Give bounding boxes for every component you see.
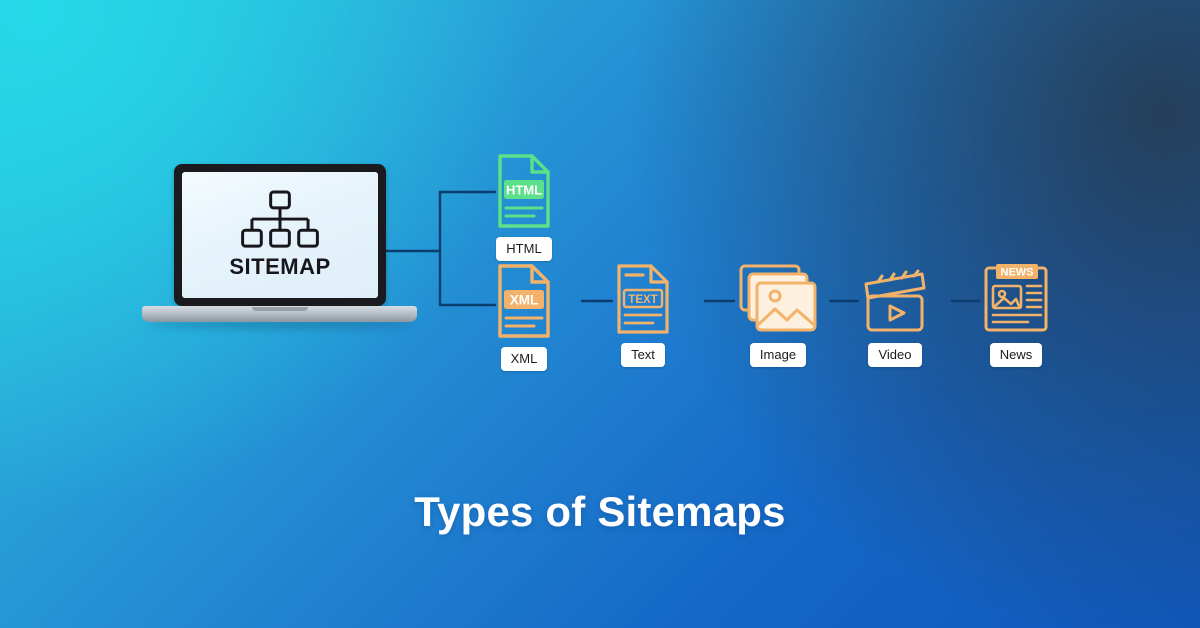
node-xml[interactable]: XML XML <box>492 262 556 371</box>
file-html-icon: HTML <box>498 154 550 228</box>
file-text-icon: TEXT <box>617 264 669 334</box>
hierarchy-tree-icon <box>241 190 319 248</box>
node-label-html: HTML <box>496 237 552 261</box>
file-badge-text: TEXT <box>628 294 657 306</box>
clapperboard-play-icon <box>864 269 926 332</box>
file-badge-html: HTML <box>506 183 542 198</box>
node-video[interactable]: Video <box>860 262 930 367</box>
node-news[interactable]: NEWS News <box>980 262 1052 367</box>
node-label-news: News <box>989 343 1043 367</box>
file-badge-xml: XML <box>510 293 539 308</box>
node-image[interactable]: Image <box>735 262 821 367</box>
laptop-base <box>142 306 417 322</box>
node-label-video: Video <box>868 343 922 367</box>
laptop-screen: SITEMAP <box>182 172 378 298</box>
laptop-screen-label: SITEMAP <box>229 254 331 279</box>
diagram-canvas: SITEMAP HTML HTML XML XML TEXT Text Imag… <box>0 0 1200 628</box>
file-badge-news: NEWS <box>1001 267 1034 279</box>
file-xml-icon: XML <box>498 264 550 338</box>
laptop-illustration: SITEMAP <box>142 164 417 339</box>
node-label-text: Text <box>621 343 665 367</box>
node-label-xml: XML <box>500 347 548 371</box>
laptop-lid: SITEMAP <box>174 164 386 306</box>
newspaper-icon: NEWS <box>984 264 1048 332</box>
node-text[interactable]: TEXT Text <box>613 262 673 367</box>
node-label-image: Image <box>749 343 807 367</box>
image-stack-icon <box>739 264 817 332</box>
node-html[interactable]: HTML HTML <box>492 152 556 261</box>
page-title: Types of Sitemaps <box>414 488 786 535</box>
